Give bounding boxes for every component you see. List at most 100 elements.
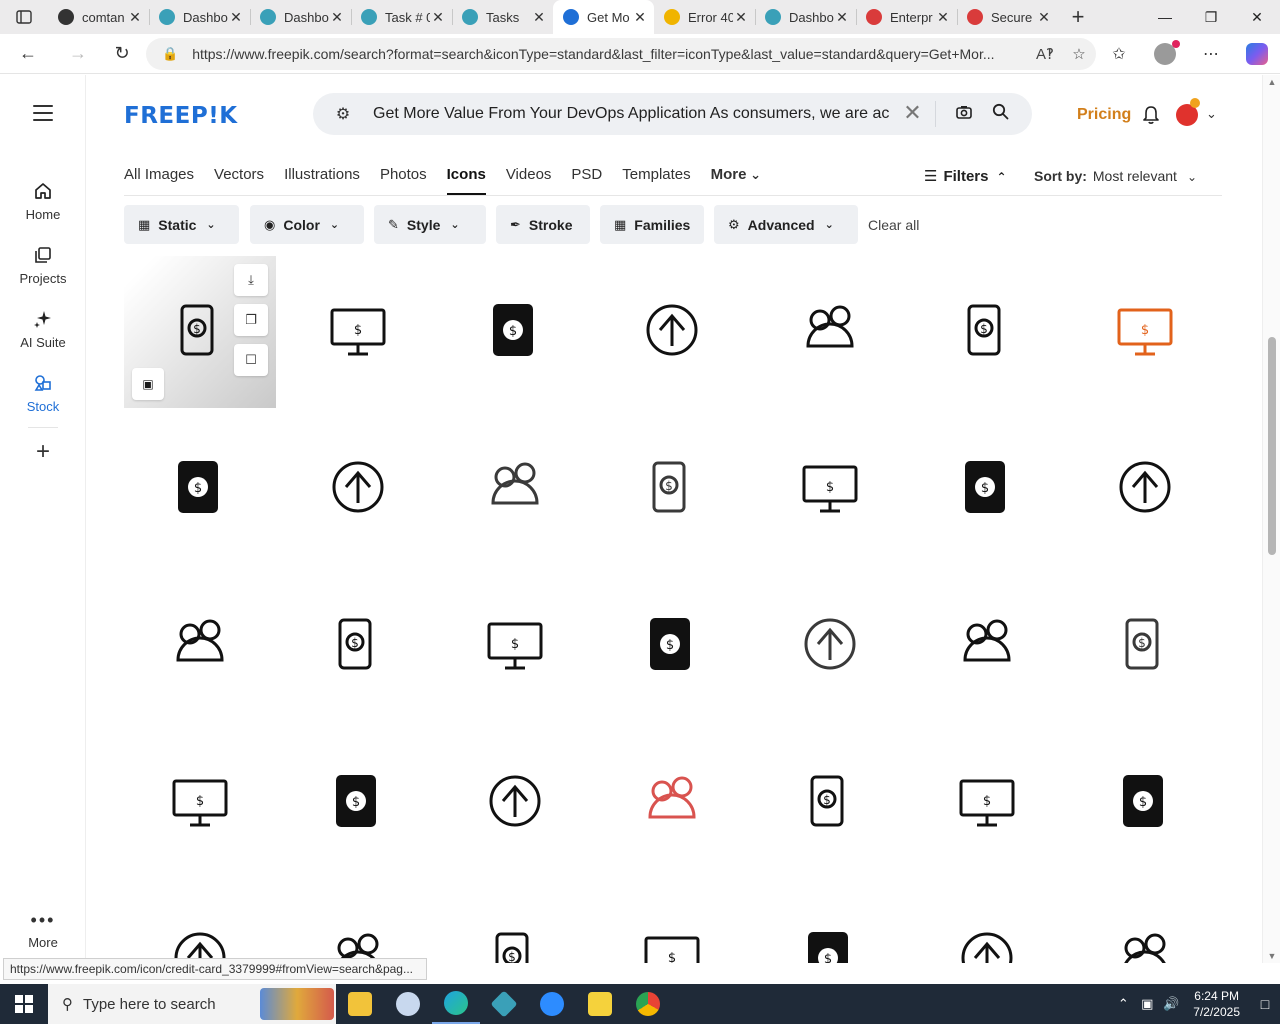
taskbar-chrome[interactable]	[624, 984, 672, 1024]
browser-tab[interactable]: Dashbo ✕	[250, 0, 351, 34]
browser-tab[interactable]: Dashbo ✕	[755, 0, 856, 34]
close-tab-icon[interactable]: ✕	[1036, 9, 1052, 26]
icon-result-card[interactable]: $	[596, 884, 748, 963]
address-bar[interactable]: 🔒 https://www.freepik.com/search?format=…	[146, 38, 1096, 70]
url-text[interactable]: https://www.freepik.com/search?format=se…	[192, 46, 1028, 62]
icon-result-card[interactable]: $	[124, 727, 276, 879]
close-tab-icon[interactable]: ✕	[329, 9, 345, 26]
icon-result-card[interactable]	[124, 570, 276, 722]
icon-result-card[interactable]	[596, 727, 748, 879]
bell-icon[interactable]	[1142, 105, 1160, 125]
browser-tab[interactable]: Task # 0 ✕	[351, 0, 452, 34]
icon-result-card[interactable]: $	[439, 570, 591, 722]
browser-tab[interactable]: Enterpr ✕	[856, 0, 957, 34]
icon-result-card[interactable]: $	[754, 884, 906, 963]
icon-result-card[interactable]	[1069, 413, 1221, 565]
sidebar-item-home[interactable]: Home	[0, 181, 86, 222]
icon-result-card[interactable]	[754, 256, 906, 408]
tab-illustrations[interactable]: Illustrations	[284, 163, 360, 195]
icon-result-card[interactable]	[911, 884, 1063, 963]
close-tab-icon[interactable]: ✕	[531, 9, 547, 26]
refresh-button[interactable]: ↻	[100, 34, 144, 74]
taskbar-app-2[interactable]	[384, 984, 432, 1024]
browser-tab[interactable]: Secure ✕	[957, 0, 1058, 34]
read-aloud-icon[interactable]: A‽	[1028, 45, 1062, 63]
icon-result-card[interactable]: $	[596, 413, 748, 565]
close-tab-icon[interactable]: ✕	[430, 9, 446, 26]
start-button[interactable]	[0, 984, 48, 1024]
sidebar-item-projects[interactable]: Projects	[0, 245, 86, 286]
download-icon[interactable]: ⤓	[234, 264, 268, 296]
icon-result-card[interactable]: $	[754, 727, 906, 879]
sidebar-item-stock[interactable]: Stock	[0, 373, 86, 414]
back-button[interactable]: ←	[0, 34, 56, 74]
hamburger-menu-icon[interactable]	[33, 105, 53, 121]
tab-icons[interactable]: Icons	[446, 163, 487, 195]
freepik-logo[interactable]: FREEP!K	[124, 103, 238, 129]
search-settings-icon[interactable]: ⚙	[313, 104, 373, 124]
icon-result-card[interactable]	[911, 570, 1063, 722]
clear-all-link[interactable]: Clear all	[868, 217, 919, 233]
close-tab-icon[interactable]: ✕	[127, 9, 143, 26]
icon-result-card[interactable]	[124, 884, 276, 963]
filter-color-button[interactable]: ◉ Color ⌄	[250, 205, 364, 244]
tab-videos[interactable]: Videos	[506, 163, 552, 195]
favorites-button[interactable]: ✩	[1096, 34, 1142, 74]
icon-result-card[interactable]: $	[439, 256, 591, 408]
close-tab-icon[interactable]: ✕	[632, 9, 648, 26]
taskbar-app-4[interactable]	[480, 984, 528, 1024]
tab-psd[interactable]: PSD	[571, 163, 602, 195]
icon-result-card[interactable]: $	[282, 256, 434, 408]
new-tab-button[interactable]: +	[1058, 0, 1098, 34]
copilot-button[interactable]	[1234, 34, 1280, 74]
save-to-folder-icon[interactable]: ☐	[234, 344, 268, 376]
icon-result-card[interactable]	[282, 884, 434, 963]
search-icon[interactable]	[982, 103, 1018, 125]
icon-result-card[interactable]: $	[754, 413, 906, 565]
edit-image-icon[interactable]: ▣	[132, 368, 164, 400]
taskbar-file-explorer[interactable]	[336, 984, 384, 1024]
filters-toggle-button[interactable]: ☰ Filters ⌃	[924, 167, 1007, 185]
copy-icon[interactable]: ❐	[234, 304, 268, 336]
icon-result-card[interactable]	[439, 413, 591, 565]
icon-result-card[interactable]: $	[911, 727, 1063, 879]
favorite-star-icon[interactable]: ☆	[1062, 45, 1096, 63]
network-icon[interactable]: ▣	[1135, 996, 1159, 1012]
tab-more[interactable]: More ⌄	[711, 163, 761, 195]
chevron-down-icon[interactable]: ⌄	[1206, 106, 1217, 122]
icon-result-card[interactable]	[282, 413, 434, 565]
tab-actions-button[interactable]	[0, 0, 48, 34]
browser-tab[interactable]: comtan ✕	[48, 0, 149, 34]
filter-advanced-button[interactable]: ⚙ Advanced ⌄	[714, 205, 858, 244]
tab-all-images[interactable]: All Images	[124, 163, 194, 195]
icon-result-card[interactable]: $	[596, 570, 748, 722]
sidebar-add-button[interactable]: +	[28, 437, 58, 467]
icon-result-card[interactable]: $	[439, 884, 591, 963]
scroll-up-arrow-icon[interactable]: ▲	[1263, 77, 1280, 87]
icon-result-card[interactable]: $	[1069, 727, 1221, 879]
icon-result-card[interactable]: $	[1069, 256, 1221, 408]
icon-result-card[interactable]: $ ⤓ ❐ ☐ ▣	[124, 256, 276, 408]
close-window-button[interactable]: ✕	[1234, 0, 1280, 34]
icon-result-card[interactable]: $	[282, 727, 434, 879]
filter-families-button[interactable]: ▦ Families	[600, 205, 704, 244]
scroll-down-arrow-icon[interactable]: ▼	[1263, 951, 1280, 961]
browser-tab[interactable]: Dashbo ✕	[149, 0, 250, 34]
tab-photos[interactable]: Photos	[380, 163, 427, 195]
clear-search-icon[interactable]: ✕	[890, 101, 936, 127]
notification-icon[interactable]: □	[1250, 984, 1280, 1024]
tab-templates[interactable]: Templates	[622, 163, 690, 195]
clock[interactable]: 6:24 PM 7/2/2025	[1183, 988, 1250, 1020]
icon-result-card[interactable]: $	[124, 413, 276, 565]
profile-button[interactable]	[1142, 34, 1188, 74]
icon-result-card[interactable]: $	[911, 413, 1063, 565]
icon-result-card[interactable]	[439, 727, 591, 879]
filter-static-button[interactable]: ▦ Static ⌄	[124, 205, 239, 244]
icon-result-card[interactable]	[1069, 884, 1221, 963]
page-scrollbar[interactable]: ▲ ▼	[1262, 75, 1280, 963]
filter-style-button[interactable]: ✎ Style ⌄	[374, 205, 486, 244]
settings-menu-button[interactable]: ⋯	[1188, 34, 1234, 74]
browser-tab[interactable]: Get Mo ✕	[553, 0, 654, 34]
search-input[interactable]: Get More Value From Your DevOps Applicat…	[373, 105, 890, 123]
search-bar[interactable]: ⚙ Get More Value From Your DevOps Applic…	[313, 93, 1032, 135]
